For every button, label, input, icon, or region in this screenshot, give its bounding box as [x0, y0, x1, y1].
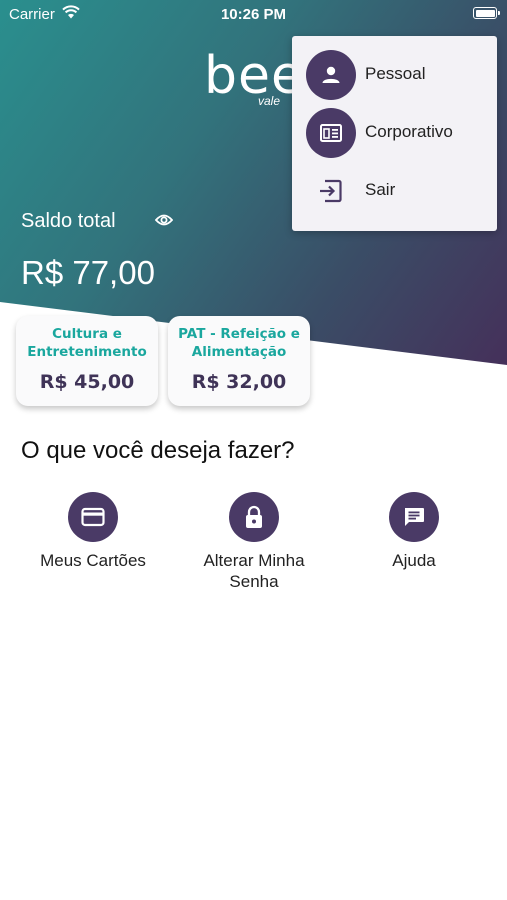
menu-item-sair[interactable]: Sair: [292, 162, 497, 218]
chat-icon: [389, 492, 439, 542]
action-label: Alterar Minha Senha: [203, 551, 305, 591]
balance-label: Saldo total: [21, 210, 116, 232]
balance-value: R$ 77,00: [21, 254, 155, 291]
battery-icon: [473, 7, 500, 19]
ajuda-button[interactable]: Ajuda: [329, 492, 499, 571]
benefit-card-name: Cultura e Entretenimento: [27, 326, 147, 360]
menu-item-corporativo[interactable]: Corporativo: [292, 104, 497, 160]
benefit-card-name: PAT - Refeição e Alimentação: [178, 326, 300, 360]
action-label: Meus Cartões: [40, 551, 146, 570]
menu-item-pessoal[interactable]: Pessoal: [292, 46, 497, 102]
eye-icon[interactable]: [154, 213, 174, 232]
person-icon: [306, 50, 356, 100]
menu-item-label: Corporativo: [365, 122, 453, 141]
benefit-card-cultura[interactable]: Cultura e Entretenimento R$ 45,00: [16, 316, 158, 406]
meus-cartoes-button[interactable]: Meus Cartões: [8, 492, 178, 571]
profile-dropdown-menu: Pessoal Corporativo Sair: [292, 36, 497, 231]
logout-icon: [306, 166, 356, 216]
action-label: Ajuda: [392, 551, 436, 570]
section-title: O que você deseja fazer?: [21, 437, 295, 464]
benefit-card-amount: R$ 45,00: [39, 371, 135, 393]
menu-item-label: Pessoal: [365, 64, 426, 83]
menu-item-label: Sair: [365, 180, 396, 199]
credit-card-icon: [68, 492, 118, 542]
lock-icon: [229, 492, 279, 542]
benefit-card-amount: R$ 32,00: [191, 371, 287, 393]
alterar-senha-button[interactable]: Alterar Minha Senha: [169, 492, 339, 592]
app-logo: bee: [204, 46, 304, 106]
status-bar: Carrier 10:26 PM: [0, 0, 507, 28]
building-icon: [306, 108, 356, 158]
benefit-card-pat[interactable]: PAT - Refeição e Alimentação R$ 32,00: [168, 316, 310, 406]
app-logo-subtext: vale: [258, 94, 281, 108]
status-time: 10:26 PM: [220, 6, 287, 23]
